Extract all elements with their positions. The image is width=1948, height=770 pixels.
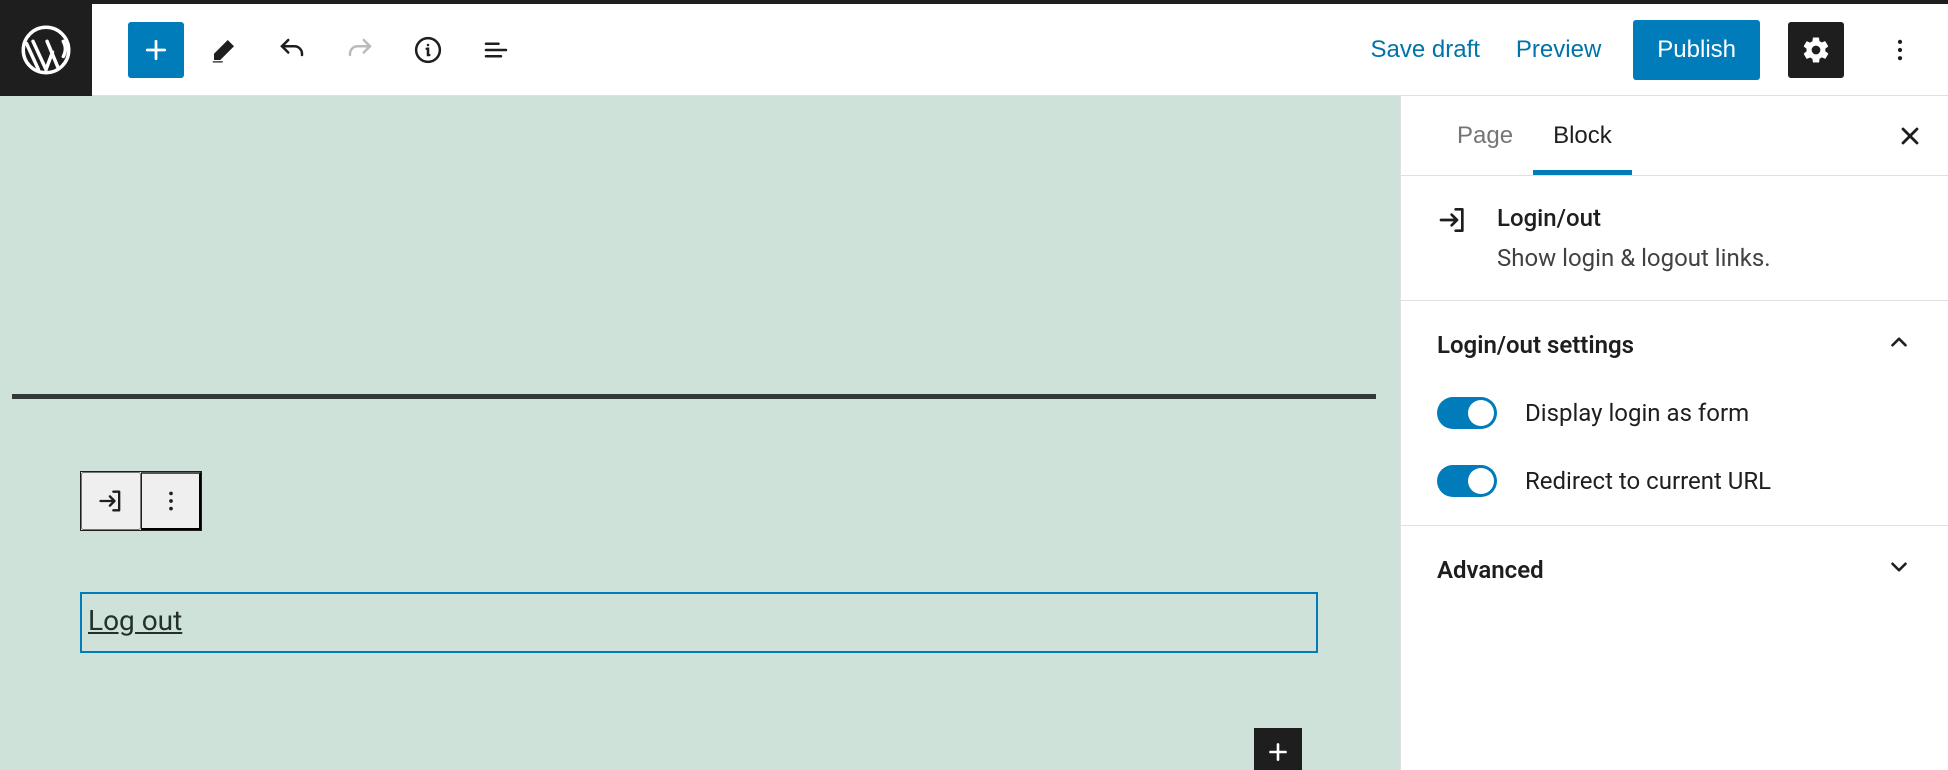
details-button[interactable] [400, 22, 456, 78]
loginout-settings-title: Login/out settings [1437, 331, 1634, 359]
sidebar-tabs: Page Block [1401, 96, 1948, 176]
block-icon-login[interactable] [81, 472, 141, 530]
chevron-up-icon [1886, 329, 1912, 361]
separator-line [12, 394, 1376, 399]
toolbar-right-group: Save draft Preview Publish [1367, 20, 1948, 80]
wordpress-logo[interactable] [0, 4, 92, 96]
advanced-panel-title: Advanced [1437, 556, 1544, 584]
block-title: Login/out [1497, 204, 1771, 232]
undo-button[interactable] [264, 22, 320, 78]
editor-topbar: Save draft Preview Publish [0, 4, 1948, 96]
publish-button[interactable]: Publish [1633, 20, 1760, 80]
redirect-to-current-url-toggle[interactable] [1437, 465, 1497, 497]
tab-block[interactable]: Block [1533, 98, 1632, 174]
close-sidebar-button[interactable] [1882, 108, 1938, 164]
preview-button[interactable]: Preview [1512, 28, 1605, 72]
settings-button[interactable] [1788, 22, 1844, 78]
toolbar-left-group [92, 22, 524, 78]
redirect-to-current-url-label: Redirect to current URL [1525, 467, 1771, 495]
redo-button[interactable] [332, 22, 388, 78]
loginout-settings-header[interactable]: Login/out settings [1437, 329, 1912, 361]
inline-add-block-button[interactable] [1254, 728, 1302, 770]
advanced-panel: Advanced [1401, 526, 1948, 614]
chevron-down-icon [1886, 554, 1912, 586]
more-options-button[interactable] [1872, 22, 1928, 78]
display-login-as-form-label: Display login as form [1525, 399, 1749, 427]
login-icon [1437, 204, 1469, 272]
settings-sidebar: Page Block Login/out Show login & logout… [1400, 96, 1948, 770]
editor-canvas[interactable]: Log out [0, 96, 1400, 770]
block-description-panel: Login/out Show login & logout links. [1401, 176, 1948, 301]
tab-page[interactable]: Page [1437, 98, 1533, 174]
loginout-settings-panel: Login/out settings Display login as form… [1401, 301, 1948, 526]
outline-button[interactable] [468, 22, 524, 78]
loginout-block[interactable]: Log out [80, 592, 1318, 653]
save-draft-button[interactable]: Save draft [1367, 28, 1484, 72]
block-toolbar [80, 471, 202, 531]
block-more-options-button[interactable] [141, 472, 201, 530]
logout-link[interactable]: Log out [88, 604, 182, 637]
display-login-as-form-toggle[interactable] [1437, 397, 1497, 429]
edit-mode-button[interactable] [196, 22, 252, 78]
add-block-button[interactable] [128, 22, 184, 78]
advanced-panel-header[interactable]: Advanced [1437, 554, 1912, 586]
block-description: Show login & logout links. [1497, 244, 1771, 272]
